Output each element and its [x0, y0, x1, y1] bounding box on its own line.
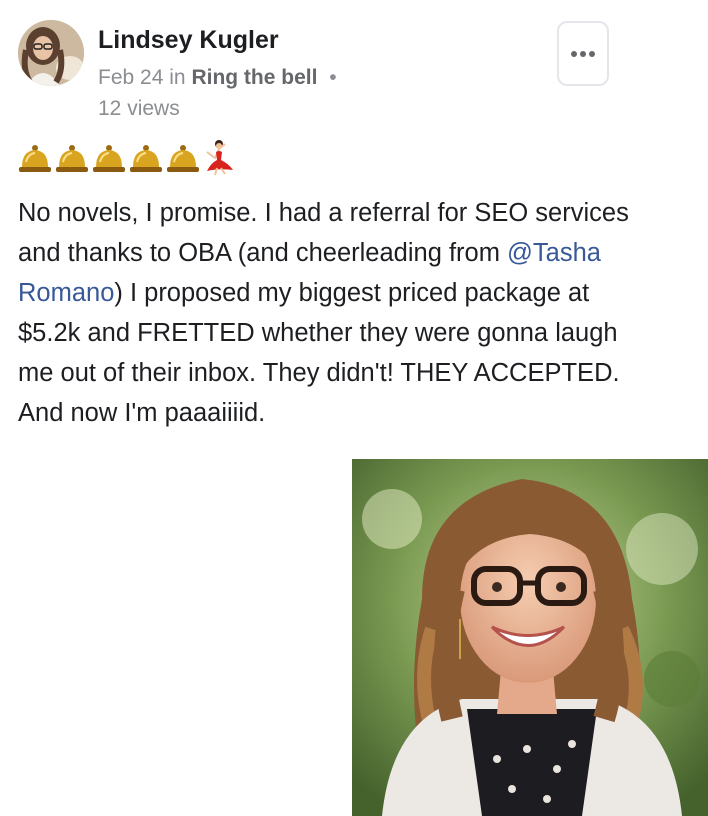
emoji-row [18, 138, 235, 176]
group-link[interactable]: Ring the bell [191, 66, 317, 89]
bell-icon [130, 145, 162, 172]
more-horizontal-icon [571, 50, 595, 57]
bell-icon [19, 145, 51, 172]
avatar-image [18, 20, 84, 86]
dancer-icon [206, 140, 233, 176]
post-photo[interactable] [352, 459, 708, 816]
author-name[interactable]: Lindsey Kugler [98, 26, 279, 55]
bell-icon [93, 145, 125, 172]
post-date[interactable]: Feb 24 [98, 66, 163, 89]
bell-icon [56, 145, 88, 172]
portrait-image [352, 459, 708, 816]
post-card: Lindsey Kugler Feb 24 in Ring the bell •… [0, 0, 708, 816]
bell-icon [167, 145, 199, 172]
meta-separator: • [329, 66, 337, 89]
in-label: in [169, 66, 186, 89]
author-avatar[interactable] [18, 20, 84, 86]
post-body: No novels, I promise. I had a referral f… [18, 193, 658, 433]
view-count: 12 views [98, 97, 180, 120]
more-options-button[interactable] [557, 21, 609, 86]
post-meta: Feb 24 in Ring the bell • [98, 66, 337, 90]
